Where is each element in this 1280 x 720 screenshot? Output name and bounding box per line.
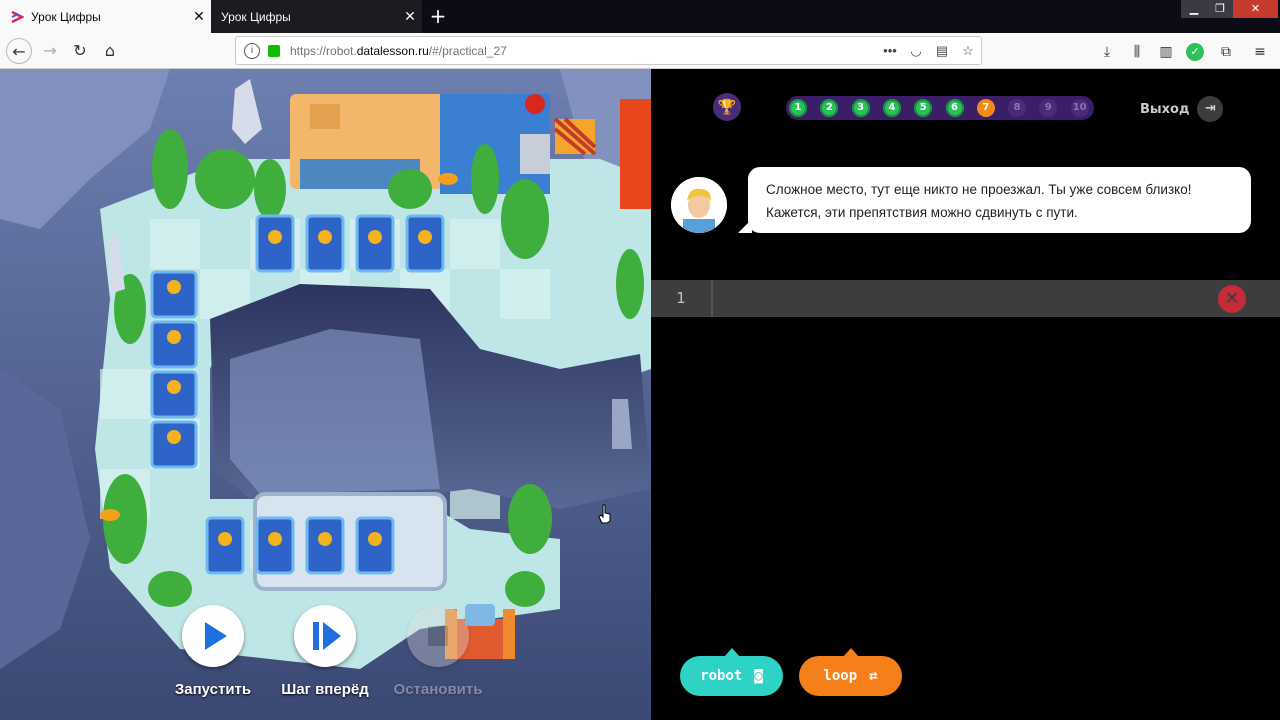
tab-title: Урок Цифры bbox=[221, 9, 291, 24]
robot-command-block[interactable]: robot ◙ bbox=[680, 648, 783, 696]
dialog-bubble: Сложное место, тут еще никто не проезжал… bbox=[738, 167, 1251, 233]
stop-label: Остановить bbox=[393, 681, 483, 698]
play-button[interactable] bbox=[182, 605, 244, 667]
sidebar-icon[interactable]: ▥ bbox=[1156, 42, 1176, 62]
tab-title: Урок Цифры bbox=[31, 9, 101, 24]
url-text[interactable]: https://robot.datalesson.ru/#/practical_… bbox=[290, 44, 877, 58]
step-label: Шаг вперёд bbox=[281, 681, 369, 698]
home-button[interactable]: ⌂ bbox=[97, 38, 123, 64]
step-forward-icon bbox=[313, 622, 341, 650]
avatar bbox=[671, 177, 727, 233]
level-step-6[interactable]: 6 bbox=[945, 99, 964, 117]
menu-icon[interactable]: ≡ bbox=[1250, 42, 1270, 62]
gutter-divider bbox=[711, 280, 713, 317]
page-actions-icon[interactable]: ••• bbox=[877, 43, 903, 58]
level-step-5[interactable]: 5 bbox=[914, 99, 933, 117]
downloads-icon[interactable]: ⤓ bbox=[1097, 42, 1117, 62]
info-icon[interactable]: i bbox=[244, 42, 260, 59]
reload-button[interactable]: ↻ bbox=[67, 38, 93, 64]
close-tab-icon[interactable]: ✕ bbox=[398, 9, 422, 25]
level-step-7[interactable]: 7 bbox=[976, 99, 995, 117]
stop-icon bbox=[428, 626, 448, 646]
close-tab-icon[interactable]: ✕ bbox=[187, 9, 211, 25]
level-step-9[interactable]: 9 bbox=[1039, 99, 1058, 117]
level-step-1[interactable]: 1 bbox=[789, 99, 807, 117]
minimize-button[interactable]: ▁ bbox=[1181, 0, 1207, 18]
forward-button[interactable]: → bbox=[37, 38, 63, 64]
level-step-3[interactable]: 3 bbox=[851, 99, 870, 117]
site-logo-icon bbox=[10, 10, 25, 24]
extension-icon[interactable]: ⧉ bbox=[1216, 42, 1236, 62]
step-control[interactable]: Шаг вперёд bbox=[275, 605, 375, 698]
level-step-8[interactable]: 8 bbox=[1008, 99, 1027, 117]
game-scene: Запустить Шаг вперёд Остановить bbox=[0, 69, 651, 720]
run-label: Запустить bbox=[174, 681, 252, 698]
robot-icon: ◙ bbox=[754, 668, 763, 684]
back-button[interactable]: ← bbox=[6, 38, 32, 64]
trophy-icon[interactable]: 🏆 bbox=[713, 93, 741, 121]
bookmark-star-icon[interactable]: ☆ bbox=[955, 43, 981, 59]
address-bar[interactable]: i https://robot.datalesson.ru/#/practica… bbox=[235, 36, 982, 65]
level-step-2[interactable]: 2 bbox=[820, 99, 839, 117]
character-avatar-icon bbox=[671, 177, 727, 233]
play-icon bbox=[205, 622, 227, 650]
dialog-line-1: Сложное место, тут еще никто не проезжал… bbox=[766, 182, 1192, 197]
line-number: 1 bbox=[676, 289, 686, 307]
loop-command-label: loop bbox=[823, 668, 858, 684]
robot-command-label: robot bbox=[700, 668, 743, 684]
loop-command-block[interactable]: loop ⇄ bbox=[799, 648, 902, 696]
lock-icon[interactable] bbox=[268, 44, 280, 57]
code-line[interactable]: 1 ✕ bbox=[651, 280, 1280, 317]
delete-line-button[interactable]: ✕ bbox=[1218, 285, 1246, 313]
maximize-button[interactable]: ❐ bbox=[1207, 0, 1233, 18]
reader-view-icon[interactable]: ▤ bbox=[929, 43, 955, 59]
tab-inactive[interactable]: Урок Цифры ✕ bbox=[211, 0, 422, 33]
close-window-button[interactable]: ✕ bbox=[1233, 0, 1278, 18]
stop-control[interactable]: Остановить bbox=[388, 605, 488, 698]
level-step-4[interactable]: 4 bbox=[882, 99, 901, 117]
tab-active[interactable]: Урок Цифры ✕ bbox=[0, 0, 211, 33]
close-icon: ✕ bbox=[1224, 288, 1240, 309]
run-control[interactable]: Запустить bbox=[170, 605, 256, 698]
dialog-line-2: Кажется, эти препятствия можно сдвинуть … bbox=[766, 205, 1078, 220]
nav-bar: ← → ↻ ⌂ i https://robot.datalesson.ru/#/… bbox=[0, 33, 1280, 69]
step-forward-button[interactable] bbox=[294, 605, 356, 667]
extension-check-icon[interactable]: ✓ bbox=[1186, 43, 1204, 61]
library-icon[interactable]: ⫼ bbox=[1127, 42, 1147, 62]
new-tab-button[interactable]: + bbox=[426, 4, 450, 28]
hand-cursor-icon bbox=[598, 504, 611, 524]
level-step-10[interactable]: 10 bbox=[1070, 99, 1089, 117]
exit-label: Выход bbox=[1140, 101, 1190, 117]
level-progress: 1 2 3 4 5 6 7 8 9 10 bbox=[786, 96, 1094, 120]
stop-button[interactable] bbox=[407, 605, 469, 667]
pocket-icon[interactable]: ◡ bbox=[903, 43, 929, 59]
loop-icon: ⇄ bbox=[869, 668, 878, 684]
tab-bar: Урок Цифры ✕ Урок Цифры ✕ + ▁ ❐ ✕ bbox=[0, 0, 1280, 33]
exit-button[interactable]: Выход ⇥ bbox=[1140, 96, 1224, 122]
exit-icon: ⇥ bbox=[1197, 96, 1224, 122]
